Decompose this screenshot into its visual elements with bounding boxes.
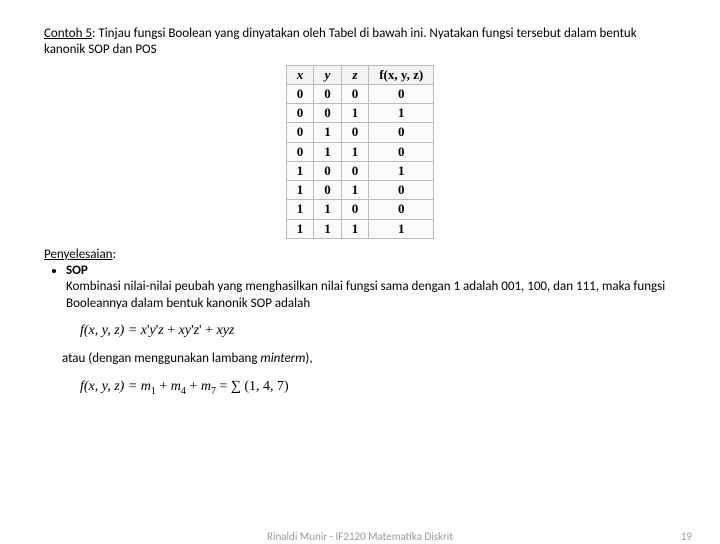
solution-block: Penyelesaian: SOP Kombinasi nilai-nilai … [44,247,676,312]
sop-label: SOP [66,263,88,278]
sigma-icon: ∑ [231,379,241,394]
sop-paragraph: Kombinasi nilai-nilai peubah yang mengha… [66,279,665,310]
page-number: 19 [681,530,692,544]
solution-list: SOP Kombinasi nilai-nilai peubah yang me… [44,263,676,312]
table-header-row: x y z f(x, y, z) [286,65,434,84]
mid-sentence: atau (dengan menggunakan lambang minterm… [44,351,676,367]
col-x: x [286,65,314,84]
table-row: 1111 [286,219,434,238]
table-row: 1010 [286,181,434,200]
problem-text: : Tinjau fungsi Boolean yang dinyatakan … [44,26,637,57]
equation-minterm: f(x, y, z) = m1 + m4 + m7 = ∑ (1, 4, 7) [44,378,676,398]
equation-sop: f(x, y, z) = x'y'z + xy'z' + xyz [44,322,676,340]
table-row: 1100 [286,200,434,219]
solution-label: Penyelesaian [44,247,113,262]
problem-heading: Contoh 5: Tinjau fungsi Boolean yang din… [44,26,676,59]
table-row: 0011 [286,104,434,123]
col-y: y [314,65,342,84]
col-z: z [341,65,369,84]
table-row: 0110 [286,142,434,161]
table-row: 1001 [286,161,434,180]
table-row: 0100 [286,123,434,142]
truth-table-wrap: x y z f(x, y, z) 0000 0011 0100 0110 100… [44,65,676,239]
example-label: Contoh 5 [44,26,92,41]
footer-text: Rinaldi Munir - IF2120 Matematika Diskri… [0,530,720,544]
table-row: 0000 [286,84,434,103]
sop-item: SOP Kombinasi nilai-nilai peubah yang me… [66,263,676,312]
col-f: f(x, y, z) [369,65,434,84]
truth-table: x y z f(x, y, z) 0000 0011 0100 0110 100… [286,65,435,239]
